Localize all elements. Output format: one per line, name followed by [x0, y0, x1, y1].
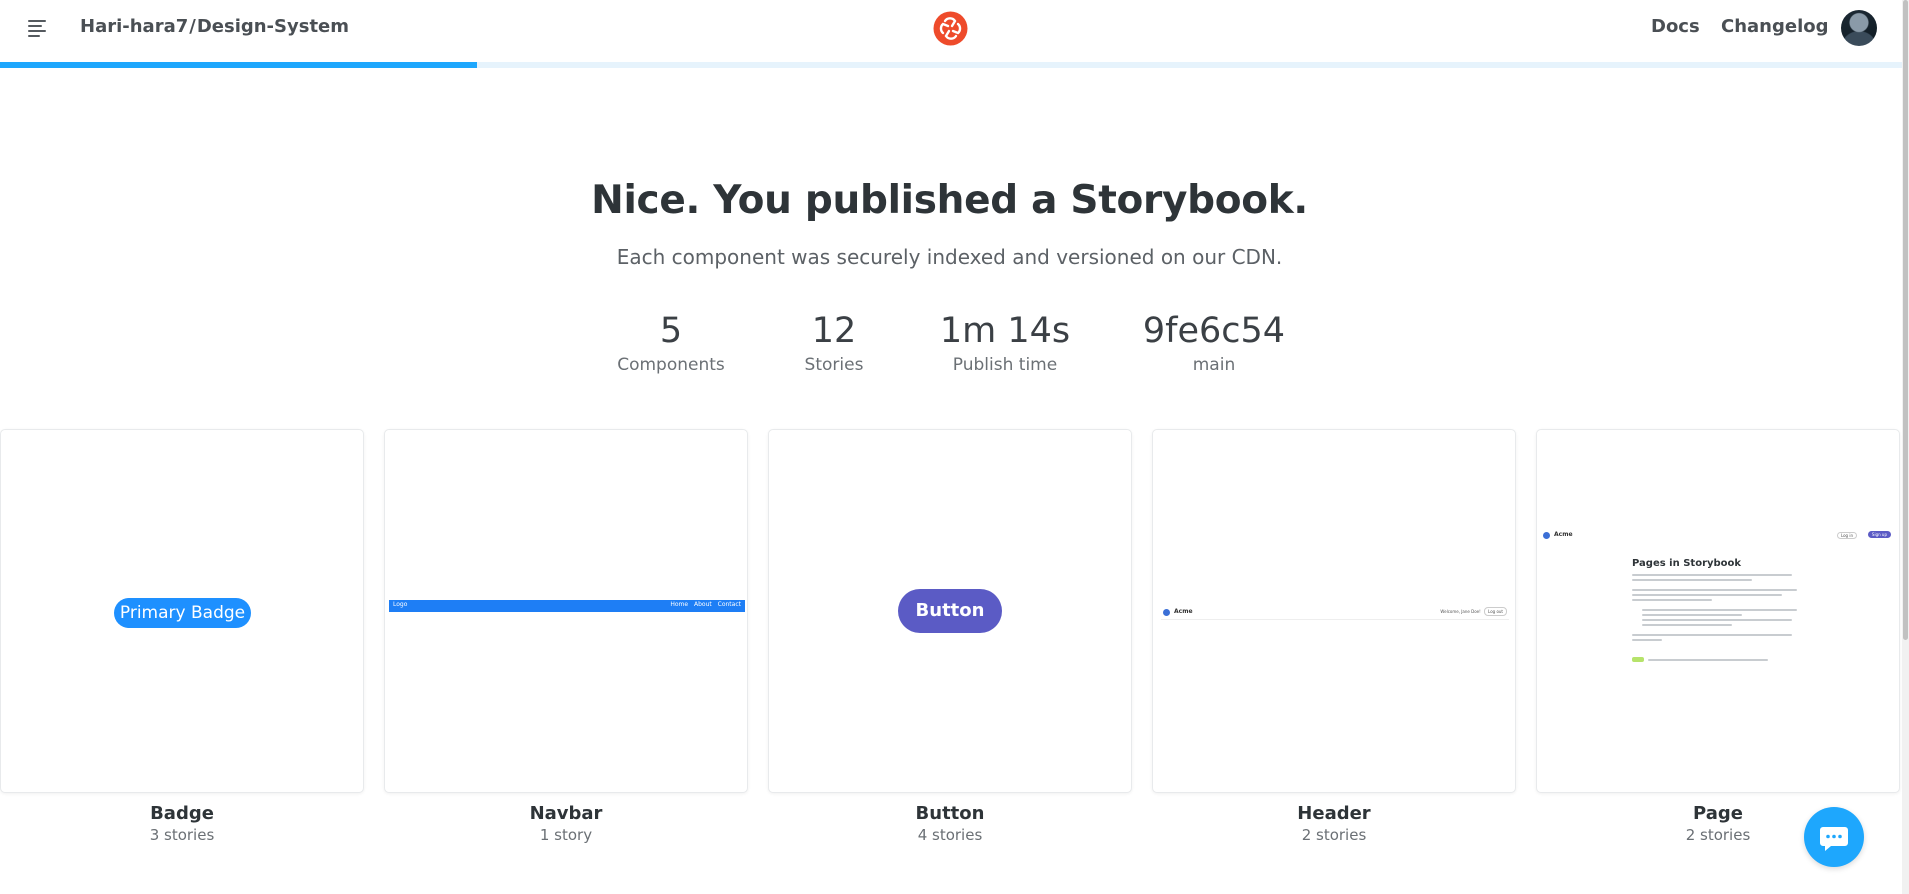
stat-label: Publish time [952, 355, 1058, 375]
scrollbar[interactable] [1902, 0, 1909, 894]
stat-value: 9fe6c54 [1142, 311, 1286, 351]
stat-value: 5 [659, 311, 683, 351]
docs-link[interactable]: Docs [1651, 16, 1700, 37]
button-preview: Button [898, 589, 1002, 633]
navbar-preview: Logo Home About Contact [389, 600, 745, 612]
stat-value: 1m 14s [939, 311, 1071, 351]
badge-preview: Primary Badge [114, 598, 251, 628]
publish-progress-fill [0, 62, 478, 68]
page-preview-heading: Pages in Storybook [1632, 558, 1742, 569]
top-bar: Hari-hara7/Design-System Docs Changelog [0, 0, 1909, 56]
component-card-header[interactable]: Acme Welcome, Jane Doe! Log out [1152, 429, 1516, 793]
page-title: Nice. You published a Storybook. [591, 178, 1308, 223]
component-card-button[interactable]: Button [768, 429, 1132, 793]
card-story-count: 2 stories [1301, 826, 1367, 844]
header-preview-logout: Log out [1484, 607, 1507, 616]
acme-logo-icon [1543, 532, 1550, 539]
breadcrumb-owner[interactable]: Hari-hara7 [80, 16, 188, 37]
component-card-page[interactable]: Acme Log in Sign up Pages in Storybook [1536, 429, 1900, 793]
page-preview-signup: Sign up [1867, 531, 1891, 538]
header-preview-actions: Welcome, Jane Doe! Log out [1440, 607, 1507, 616]
card-title[interactable]: Button [768, 803, 1132, 824]
header-preview: Acme Welcome, Jane Doe! Log out [1161, 606, 1509, 620]
chat-bubble-icon[interactable] [1804, 807, 1864, 867]
breadcrumb-repo[interactable]: Design-System [197, 16, 349, 37]
page-preview-header: Acme Log in Sign up [1543, 530, 1891, 542]
header-preview-welcome: Welcome, Jane Doe! [1440, 609, 1481, 614]
stat-label: Stories [804, 355, 864, 375]
header-preview-brand: Acme [1174, 608, 1193, 615]
navbar-preview-logo: Logo [393, 601, 408, 608]
card-title[interactable]: Badge [0, 803, 364, 824]
navbar-preview-links: Home About Contact [670, 601, 741, 608]
page-preview-brand: Acme [1554, 531, 1573, 538]
page-subtitle: Each component was securely indexed and … [616, 245, 1283, 269]
acme-logo-icon [1163, 609, 1170, 616]
card-title[interactable]: Header [1152, 803, 1516, 824]
stat-label: Components [617, 355, 725, 375]
scrollbar-thumb[interactable] [1903, 0, 1908, 640]
avatar[interactable] [1841, 10, 1877, 46]
publish-progress-bar [0, 62, 1909, 68]
hamburger-menu-icon[interactable] [26, 17, 50, 39]
stat-components: 5 Components [601, 311, 741, 375]
card-story-count: 4 stories [917, 826, 983, 844]
breadcrumb-separator: / [189, 16, 196, 37]
breadcrumb: Hari-hara7/Design-System [80, 16, 349, 37]
stat-publish-time: 1m 14s Publish time [930, 311, 1080, 375]
stat-value: 12 [811, 311, 857, 351]
component-card-badge[interactable]: Primary Badge [0, 429, 364, 793]
stat-stories: 12 Stories [774, 311, 894, 375]
card-title[interactable]: Navbar [384, 803, 748, 824]
page-preview-login: Log in [1836, 532, 1857, 539]
component-card-navbar[interactable]: Logo Home About Contact [384, 429, 748, 793]
card-story-count: 3 stories [149, 826, 215, 844]
page-preview-body: Pages in Storybook [1632, 558, 1802, 668]
stat-label: main [1192, 355, 1236, 375]
stat-commit: 9fe6c54 main [1124, 311, 1304, 375]
chromatic-logo-icon[interactable] [933, 11, 968, 46]
changelog-link[interactable]: Changelog [1721, 16, 1829, 37]
card-story-count: 1 story [539, 826, 593, 844]
